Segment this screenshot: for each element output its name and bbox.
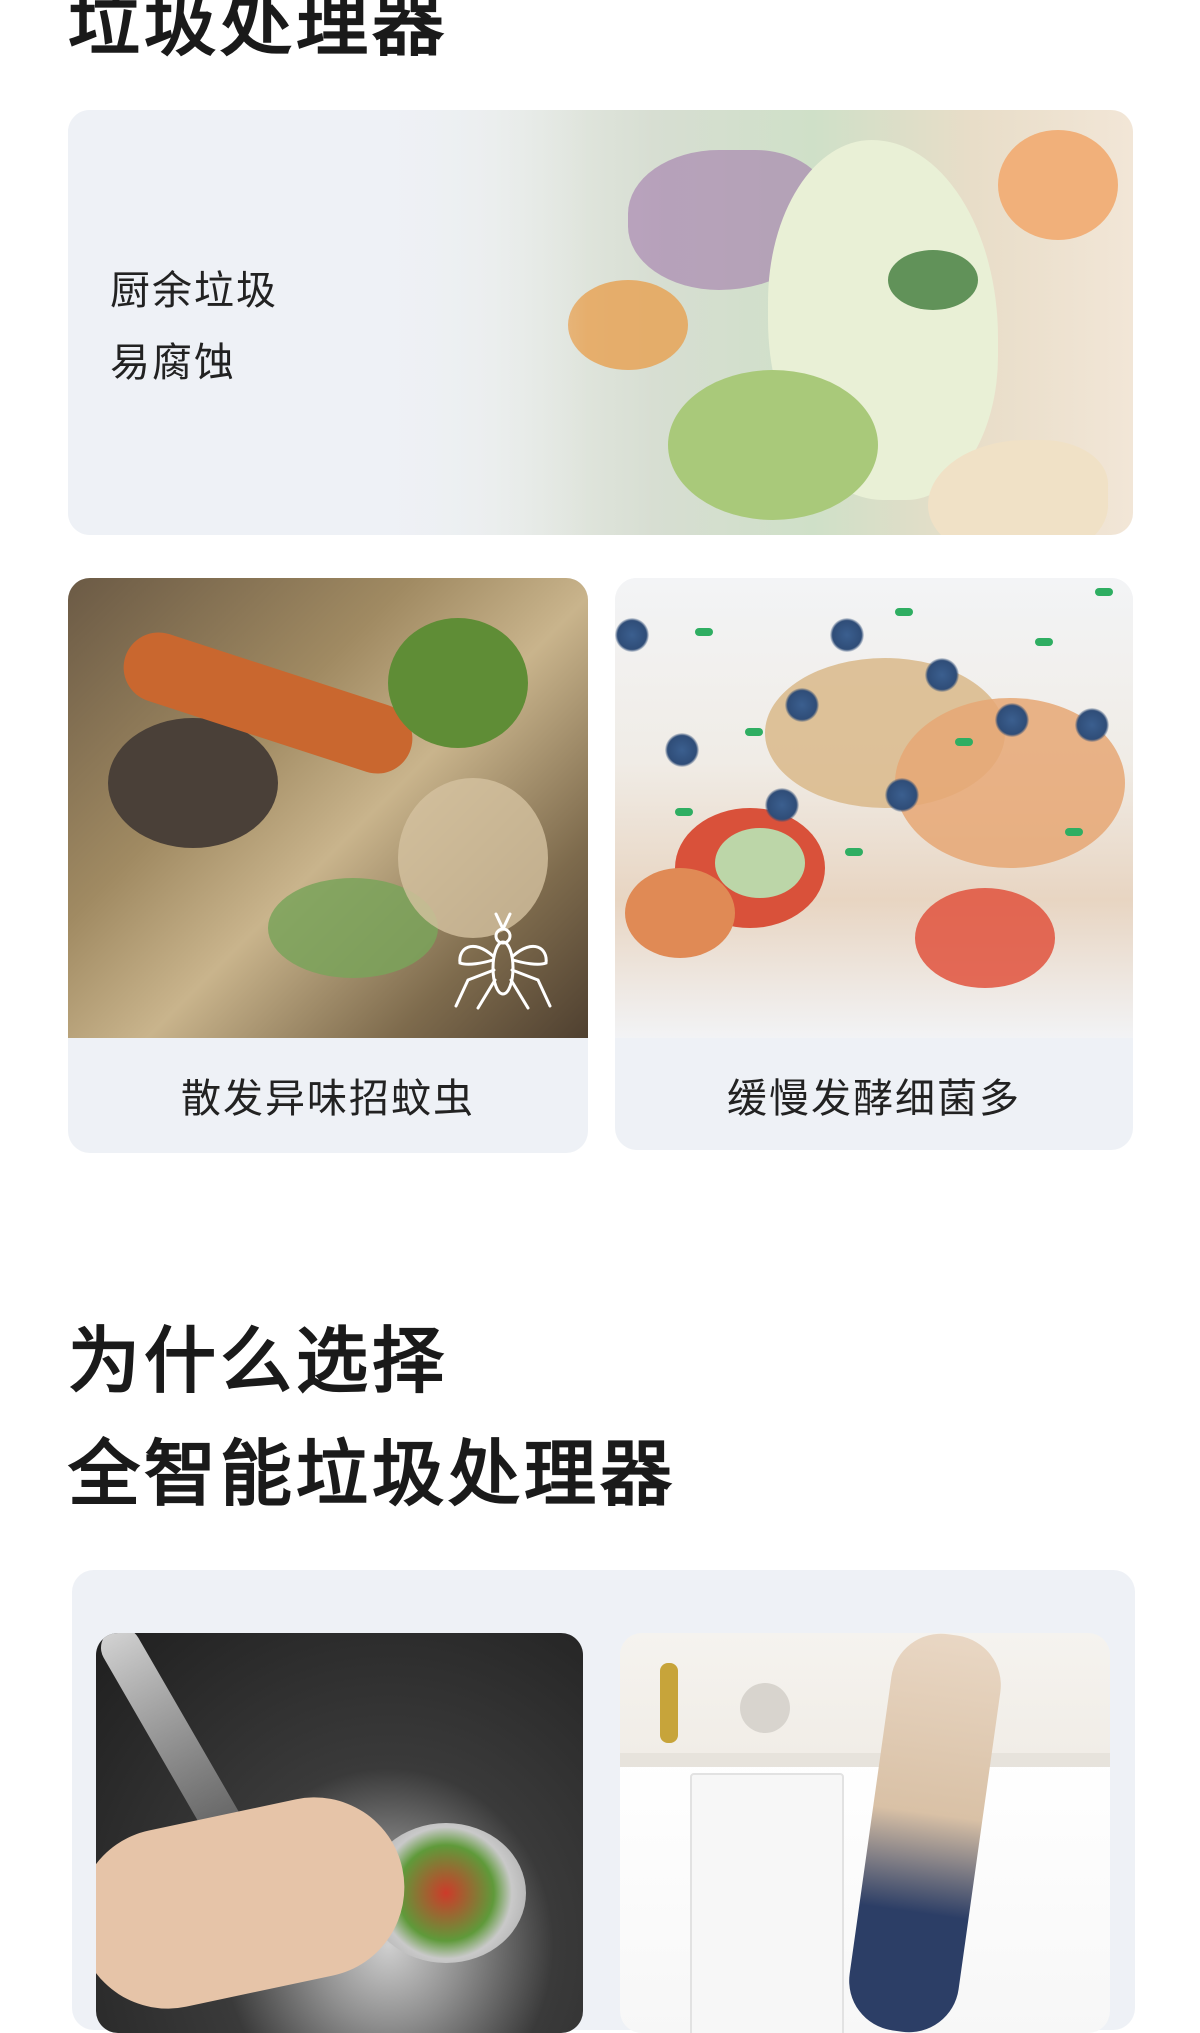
bacteria-icon [830, 618, 864, 652]
pepper [915, 888, 1055, 988]
cabinet [690, 1773, 844, 2033]
bacteria-icon [785, 688, 819, 722]
bacteria-pill-icon [955, 738, 973, 746]
bacteria-icon [1075, 708, 1109, 742]
bacteria-icon [765, 788, 799, 822]
bacteria-pill-icon [1065, 828, 1083, 836]
rotting-waste-photo [68, 578, 588, 1038]
scale [740, 1683, 790, 1733]
bacteria-pill-icon [745, 728, 763, 736]
bottle [660, 1663, 678, 1743]
bacteria-pill-icon [675, 808, 693, 816]
orange-slice-image [998, 130, 1118, 240]
green-peel-image [668, 370, 878, 520]
bacteria-icon [925, 658, 959, 692]
hero-fade-overlay [68, 110, 588, 535]
person-figure [842, 1633, 1008, 2033]
countertop [620, 1753, 1110, 1767]
bacteria-pill-icon [1095, 588, 1113, 596]
hero-line-1: 厨余垃圾 [110, 268, 278, 314]
cucumber-slice [715, 828, 805, 898]
section-heading-garbage-disposer: 垃圾处理器 [68, 0, 449, 66]
carrot-slice [625, 868, 735, 958]
bacteria-pill-icon [845, 848, 863, 856]
bacteria-icon [665, 733, 699, 767]
sink-drain-photo [96, 1633, 583, 2033]
section-heading-why-choose-line1: 为什么选择 [68, 1319, 449, 1403]
card-fermentation-bacteria: 缓慢发酵细菌多 [615, 578, 1133, 1150]
hero-card-kitchen-waste: 厨余垃圾 易腐蚀 [68, 110, 1133, 535]
caption-fermentation-bacteria: 缓慢发酵细菌多 [727, 1076, 1021, 1122]
caption-odor-mosquitoes: 散发异味招蚊虫 [181, 1076, 475, 1122]
bacteria-pill-icon [1035, 638, 1053, 646]
hand [96, 1780, 422, 2026]
mushroom-slice [108, 718, 278, 848]
bacteria-pill-icon [895, 608, 913, 616]
bacteria-icon [885, 778, 919, 812]
card-odor-mosquitoes: 散发异味招蚊虫 [68, 578, 588, 1153]
mosquito-icon [454, 912, 552, 1010]
hero-line-2: 易腐蚀 [110, 340, 236, 386]
bacteria-icon [615, 618, 649, 652]
kitchen-photo [620, 1633, 1110, 2033]
bacteria-icon [995, 703, 1029, 737]
bacteria-food-photo [615, 578, 1133, 1038]
leaf-image [888, 250, 978, 310]
broccoli [388, 618, 528, 748]
bacteria-pill-icon [695, 628, 713, 636]
section-heading-why-choose-line2: 全智能垃圾处理器 [68, 1432, 677, 1516]
